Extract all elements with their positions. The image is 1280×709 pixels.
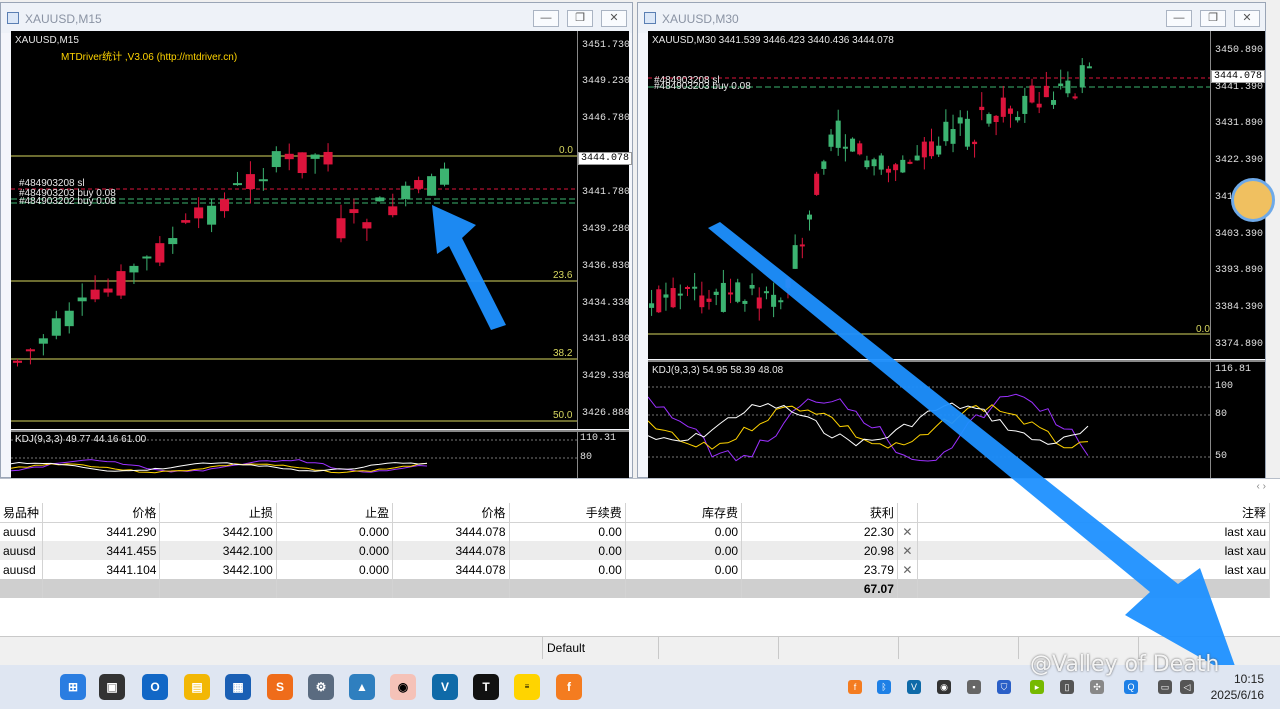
outlook-icon[interactable]: O — [142, 674, 168, 700]
tray-icon[interactable]: f — [848, 680, 862, 694]
watermark: @Valley of Death — [1030, 652, 1220, 677]
taskview-icon[interactable]: ▣ — [99, 674, 125, 700]
bluetooth-icon[interactable]: ᛒ — [877, 680, 891, 694]
vpn-icon[interactable]: V — [432, 674, 458, 700]
app-icon[interactable]: ≡ — [514, 674, 540, 700]
tray-icon[interactable]: ✣ — [1090, 680, 1104, 694]
app-icon[interactable]: f — [556, 674, 582, 700]
tray-icon[interactable]: Q — [1124, 680, 1138, 694]
tray-icon[interactable]: ▯ — [1060, 680, 1074, 694]
photos-icon[interactable]: ▲ — [349, 674, 375, 700]
tradingview-icon[interactable]: T — [473, 674, 499, 700]
qq-icon[interactable]: ◉ — [390, 674, 416, 700]
explorer-icon[interactable]: ▤ — [184, 674, 210, 700]
volume-icon[interactable]: ◁ — [1180, 680, 1194, 694]
annotation-arrow — [432, 205, 1240, 680]
vpn-icon[interactable]: V — [907, 680, 921, 694]
nvidia-icon[interactable]: ▸ — [1030, 680, 1044, 694]
settings-icon[interactable]: ⚙ — [308, 674, 334, 700]
start-icon[interactable]: ⊞ — [60, 674, 86, 700]
shield-icon[interactable]: ⛉ — [997, 680, 1011, 694]
qq-icon[interactable]: ◉ — [937, 680, 951, 694]
store-icon[interactable]: ▦ — [225, 674, 251, 700]
clock-date: 2025/6/16 — [1210, 688, 1264, 702]
tray-icon[interactable]: ▪ — [967, 680, 981, 694]
app-icon[interactable]: S — [267, 674, 293, 700]
network-icon[interactable]: ▭ — [1158, 680, 1172, 694]
